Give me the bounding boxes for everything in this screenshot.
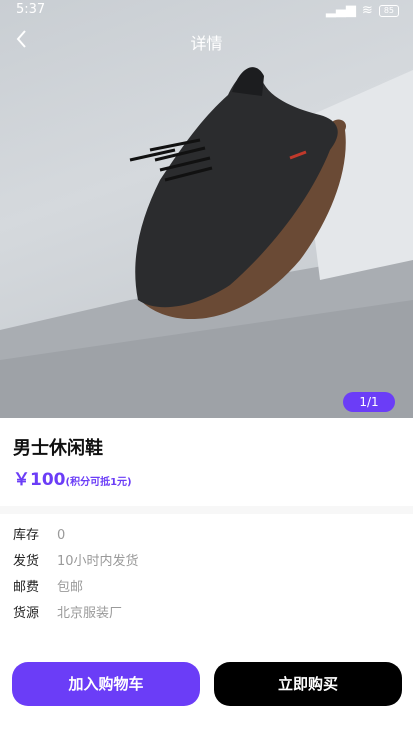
- status-icons: ▂▄▆ ≋ 85: [326, 3, 399, 18]
- detail-value: 包邮: [57, 580, 84, 595]
- battery-icon: 85: [378, 4, 399, 17]
- detail-label: 货源: [13, 606, 40, 621]
- detail-label: 库存: [13, 528, 40, 543]
- shoe-illustration: [0, 67, 413, 418]
- signal-icon: ▂▄▆: [325, 3, 356, 18]
- status-time: 5:37: [16, 2, 46, 17]
- detail-row-source: 货源 北京服装厂: [13, 602, 122, 621]
- price-amount: ￥100: [13, 470, 66, 490]
- price-note: (积分可抵1元): [65, 477, 132, 488]
- page-title: 详情: [190, 34, 223, 53]
- detail-value: 0: [57, 528, 66, 543]
- top-bar: 详情: [0, 24, 413, 54]
- section-divider: [0, 506, 413, 514]
- product-image[interactable]: [0, 0, 413, 418]
- add-to-cart-button[interactable]: 加入购物车: [12, 662, 200, 706]
- image-counter: 1/1: [343, 392, 395, 412]
- buy-now-button[interactable]: 立即购买: [214, 662, 402, 706]
- product-name: 男士休闲鞋: [13, 438, 103, 459]
- detail-row-shipping: 发货 10小时内发货: [13, 550, 139, 569]
- status-bar: 5:37 ▂▄▆ ≋ 85: [0, 0, 413, 20]
- detail-label: 发货: [13, 554, 40, 569]
- detail-row-stock: 库存 0: [13, 524, 65, 543]
- product-price: ￥100(积分可抵1元): [13, 465, 132, 490]
- detail-label: 邮费: [13, 580, 40, 595]
- detail-value: 北京服装厂: [57, 606, 123, 621]
- wifi-icon: ≋: [361, 3, 373, 18]
- detail-value: 10小时内发货: [57, 554, 139, 569]
- detail-row-postage: 邮费 包邮: [13, 576, 83, 595]
